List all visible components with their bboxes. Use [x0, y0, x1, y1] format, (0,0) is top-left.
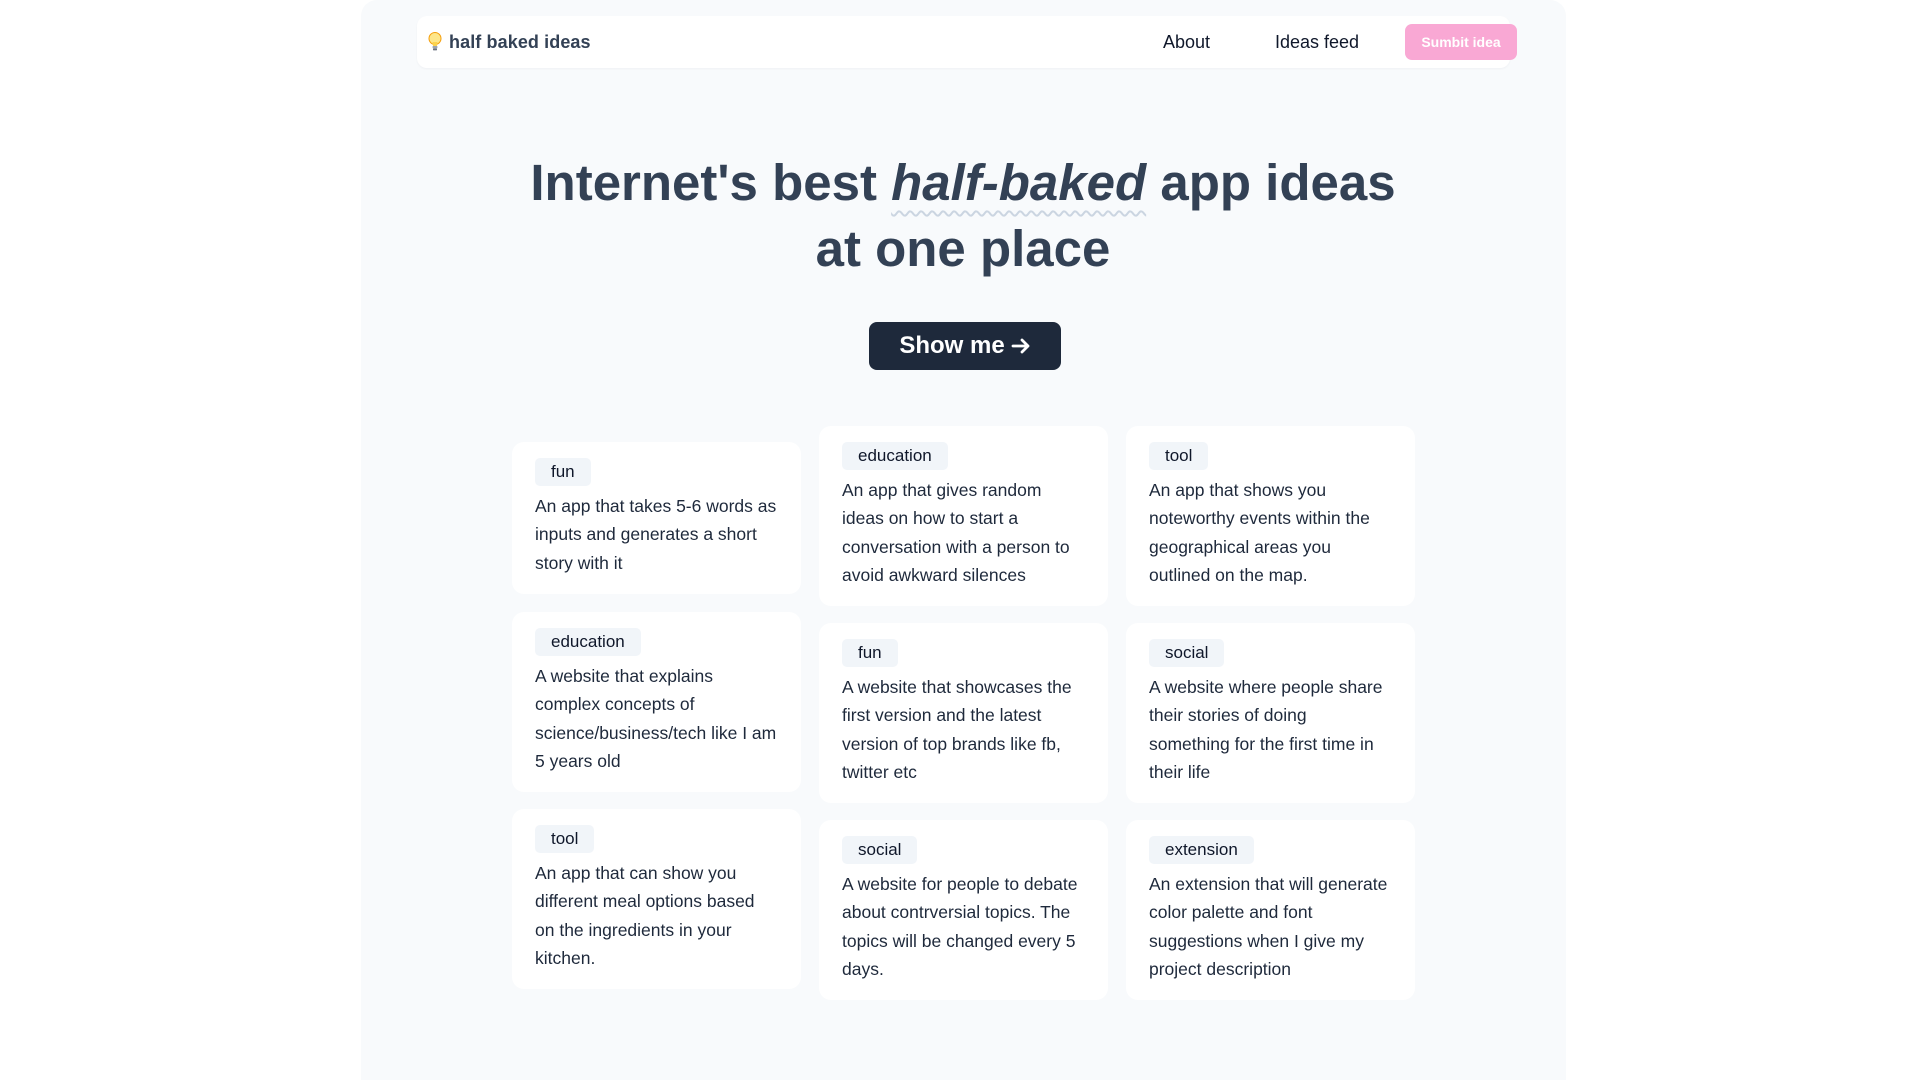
- lightbulb-icon: [427, 31, 443, 53]
- idea-description: A website that explains complex concepts…: [535, 666, 777, 771]
- hero-title: Internet's best half-baked app ideas at …: [513, 150, 1413, 282]
- idea-tag: tool: [535, 825, 595, 853]
- idea-card[interactable]: tool An app that can show you different …: [512, 809, 801, 989]
- idea-card[interactable]: education A website that explains comple…: [512, 612, 801, 792]
- idea-tag: fun: [842, 639, 898, 667]
- idea-tag: extension: [1149, 836, 1254, 864]
- idea-tag: social: [1149, 639, 1225, 667]
- idea-description: A website for people to debate about con…: [842, 874, 1078, 979]
- idea-card[interactable]: fun An app that takes 5-6 words as input…: [512, 442, 801, 594]
- idea-description: An app that gives random ideas on how to…: [842, 480, 1070, 585]
- idea-card[interactable]: extension An extension that will generat…: [1126, 820, 1415, 1000]
- idea-tag: tool: [1149, 442, 1209, 470]
- idea-card[interactable]: social A website for people to debate ab…: [819, 820, 1108, 1000]
- idea-description: A website that showcases the first versi…: [842, 677, 1072, 782]
- hero-title-emphasis: half-baked: [891, 154, 1147, 211]
- idea-tag: education: [535, 628, 641, 656]
- idea-tag: education: [842, 442, 948, 470]
- idea-card[interactable]: tool An app that shows you noteworthy ev…: [1126, 426, 1415, 606]
- idea-tag: fun: [535, 458, 591, 486]
- idea-description: An app that can show you different meal …: [535, 863, 755, 968]
- idea-card[interactable]: fun A website that showcases the first v…: [819, 623, 1108, 803]
- top-navbar: half baked ideas About Ideas feed Sumbit…: [417, 16, 1517, 68]
- idea-card[interactable]: education An app that gives random ideas…: [819, 426, 1108, 606]
- page-container: half baked ideas About Ideas feed Sumbit…: [361, 0, 1566, 1080]
- hero-title-start: Internet's best: [530, 154, 892, 211]
- idea-description: A website where people share their stori…: [1149, 677, 1383, 782]
- brand-logo-link[interactable]: half baked ideas: [427, 16, 591, 68]
- arrow-right-icon: [1011, 336, 1031, 356]
- submit-idea-button[interactable]: Sumbit idea: [1405, 24, 1517, 60]
- show-me-button[interactable]: Show me: [869, 322, 1061, 370]
- idea-description: An app that shows you noteworthy events …: [1149, 480, 1370, 585]
- idea-tag: social: [842, 836, 918, 864]
- nav-link-ideas-feed[interactable]: Ideas feed: [1275, 16, 1359, 68]
- idea-card[interactable]: social A website where people share thei…: [1126, 623, 1415, 803]
- idea-description: An extension that will generate color pa…: [1149, 874, 1388, 979]
- idea-description: An app that takes 5-6 words as inputs an…: [535, 496, 777, 573]
- nav-link-about[interactable]: About: [1163, 16, 1210, 68]
- brand-name: half baked ideas: [449, 31, 591, 52]
- show-me-label: Show me: [899, 332, 1005, 359]
